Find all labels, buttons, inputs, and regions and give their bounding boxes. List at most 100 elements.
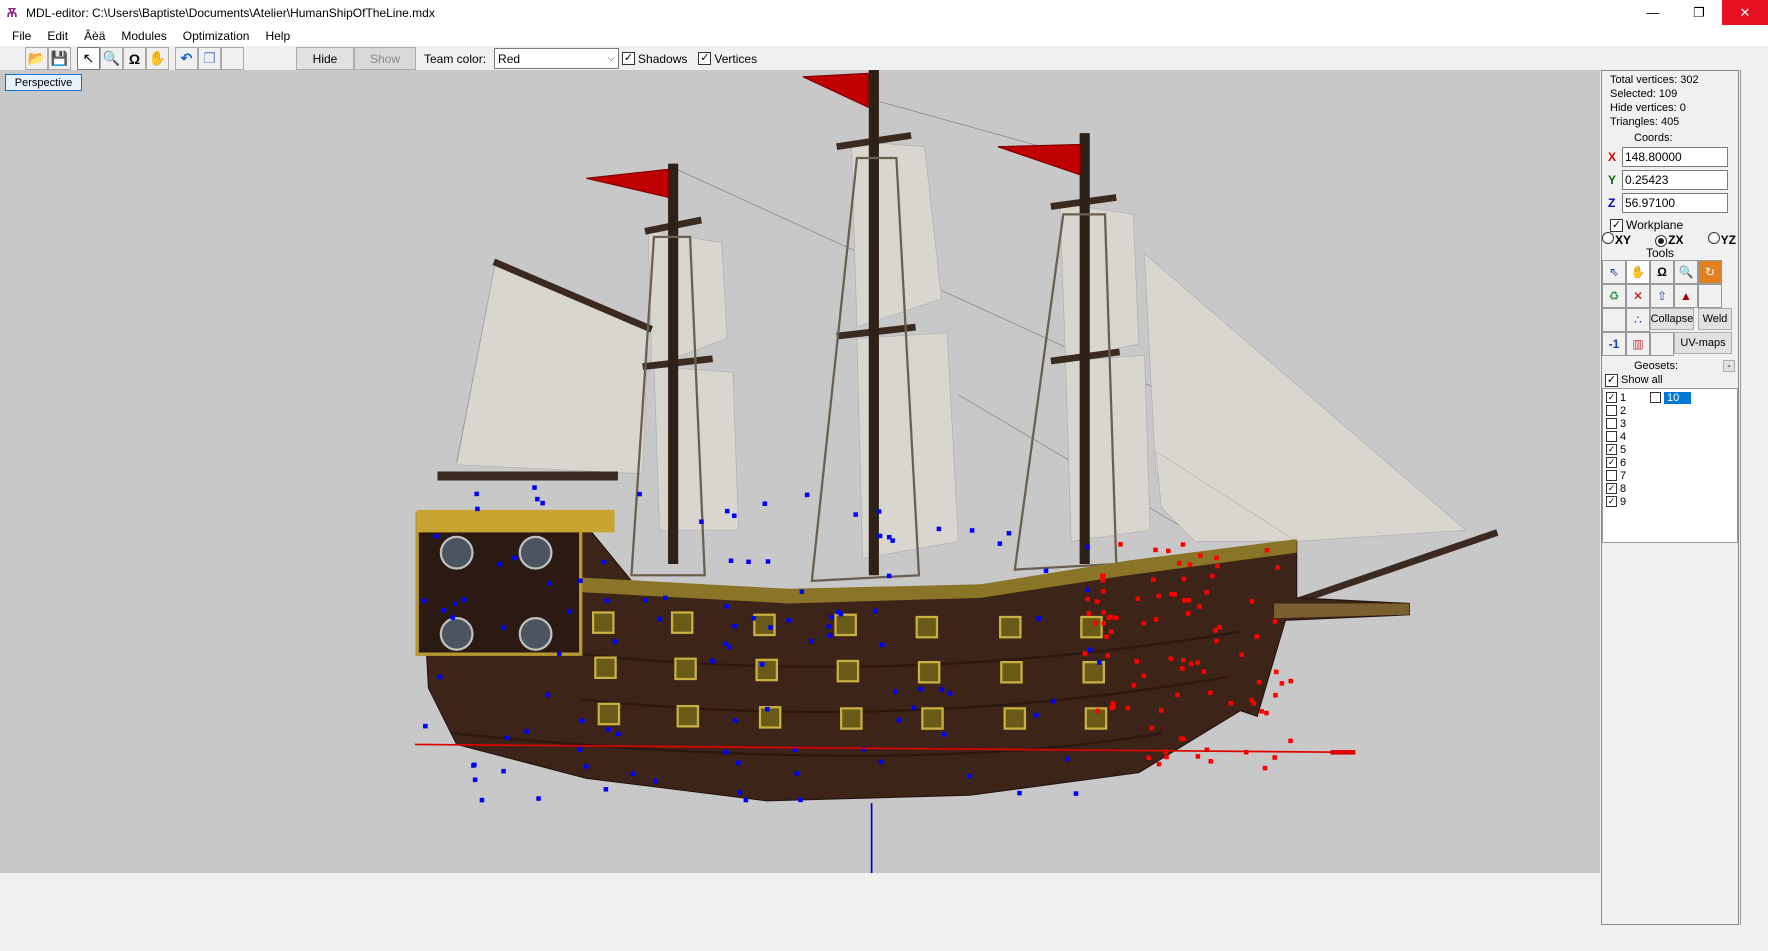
triangles-count: Triangles: 405 <box>1610 116 1680 128</box>
3d-viewport[interactable]: Perspective <box>0 70 1600 873</box>
empty-tool[interactable] <box>1602 308 1626 332</box>
geoset-checkbox[interactable] <box>1606 470 1617 481</box>
menu-edit[interactable]: Edit <box>39 29 76 43</box>
show-button[interactable]: Show <box>354 47 416 70</box>
zoom-tool-icon[interactable]: 🔍 <box>100 47 123 70</box>
geoset-checkbox[interactable]: ✓ <box>1606 444 1617 455</box>
geoset-checkbox[interactable] <box>1606 431 1617 442</box>
geoset-item[interactable]: ✓ 8 <box>1603 482 1737 495</box>
vertex <box>472 777 478 783</box>
move-hand-icon[interactable]: ✋ <box>1626 260 1650 284</box>
geoset-checkbox[interactable]: ✓ <box>1606 483 1617 494</box>
geoset-item[interactable]: ✓ 6 <box>1603 456 1737 469</box>
plane-yz-radio[interactable]: YZ <box>1707 232 1736 247</box>
geoset-item[interactable]: 3 <box>1603 417 1737 430</box>
properties-panel: Total vertices: 302 Selected: 109 Hide v… <box>1601 70 1739 925</box>
menu-file[interactable]: File <box>4 29 39 43</box>
geoset-item[interactable]: ✓ 5 <box>1603 443 1737 456</box>
geoset-item[interactable]: 7 <box>1603 469 1737 482</box>
gun-port <box>915 615 939 639</box>
open-icon[interactable]: 📂 <box>25 47 48 70</box>
empty-tool[interactable] <box>1650 332 1674 356</box>
menu-optimization[interactable]: Optimization <box>175 29 258 43</box>
show-all-checkbox[interactable]: ✓ <box>1605 373 1618 387</box>
empty-tool[interactable] <box>1698 284 1722 308</box>
plane-xy-radio[interactable]: XY <box>1602 232 1631 247</box>
geosets-collapse-button[interactable]: - <box>1723 360 1735 372</box>
vertex-dots-icon[interactable]: ∴ <box>1626 308 1650 332</box>
upload-icon[interactable]: ⇧ <box>1650 284 1674 308</box>
vertex <box>736 760 741 766</box>
vertex <box>699 519 704 524</box>
empty-tool-button[interactable] <box>221 47 244 70</box>
vertex <box>827 633 833 638</box>
x-coord-input[interactable]: 148.80000 <box>1622 146 1728 167</box>
vertices-checkbox[interactable]: ✓ <box>698 52 712 65</box>
geoset-item[interactable]: 2 <box>1603 404 1737 417</box>
selected-vertex <box>1181 657 1186 663</box>
chart-icon[interactable]: ▥ <box>1626 332 1650 356</box>
rotate-tool-icon[interactable]: Ω <box>123 47 146 70</box>
perspective-view-button[interactable]: Perspective <box>5 74 82 91</box>
selected-vertex <box>1195 660 1200 665</box>
uv-maps-button[interactable]: UV-maps <box>1674 332 1732 354</box>
vertex <box>997 541 1003 546</box>
y-coord-input[interactable]: 0.25423 <box>1622 169 1728 190</box>
vertex <box>462 597 467 602</box>
total-vertices: Total vertices: 302 <box>1610 74 1699 86</box>
z-coord-input[interactable]: 56.97100 <box>1622 192 1728 213</box>
vertex <box>876 509 882 514</box>
workplane-checkbox[interactable]: ✓ <box>1610 218 1623 232</box>
menu-help[interactable]: Help <box>257 29 298 43</box>
vertex <box>760 662 765 667</box>
split-vertices-icon[interactable]: ✕ <box>1626 284 1650 308</box>
vertex <box>603 787 609 792</box>
selected-vertex <box>1185 611 1191 616</box>
weld-button[interactable]: Weld <box>1698 308 1732 330</box>
vertex <box>501 768 506 774</box>
selected-vertex <box>1159 708 1164 713</box>
vertex <box>567 609 573 614</box>
geoset-checkbox[interactable] <box>1606 418 1617 429</box>
gun-port <box>999 615 1022 639</box>
pan-hand-icon[interactable]: ✋ <box>146 47 169 70</box>
geoset-item[interactable]: 4 <box>1603 430 1737 443</box>
menu-modules[interactable]: Modules <box>113 29 174 43</box>
geoset-item[interactable]: 10 <box>1647 391 1692 404</box>
restore-button[interactable]: ❐ <box>1676 0 1722 25</box>
selected-vertex <box>1181 576 1187 582</box>
geoset-item[interactable]: ✓ 9 <box>1603 495 1737 508</box>
undo-icon[interactable]: ↶ <box>175 47 198 70</box>
scale-icon[interactable]: 🔍 <box>1674 260 1698 284</box>
swap-icon[interactable]: ↻ <box>1698 260 1722 284</box>
panel-scrollbar[interactable] <box>1740 70 1741 925</box>
weight-icon[interactable]: ▲ <box>1674 284 1698 308</box>
collapse-button[interactable]: Collapse <box>1650 308 1694 330</box>
menu-view[interactable]: Âèä <box>76 29 113 43</box>
geoset-checkbox[interactable]: ✓ <box>1606 392 1617 403</box>
minimize-button[interactable]: — <box>1630 0 1676 25</box>
team-color-select[interactable]: Red ⌵ <box>494 48 620 69</box>
selected-vertex <box>1256 679 1262 685</box>
select-tool-icon[interactable]: ↖ <box>77 47 100 70</box>
hide-button[interactable]: Hide <box>296 47 354 70</box>
geoset-checkbox[interactable]: ✓ <box>1606 496 1617 507</box>
vertex <box>630 771 636 777</box>
geoset-checkbox[interactable] <box>1606 405 1617 416</box>
close-button[interactable]: ✕ <box>1722 0 1768 25</box>
geoset-checkbox[interactable] <box>1650 392 1661 403</box>
selected-vertex <box>1214 555 1219 561</box>
copy-icon[interactable]: ❐ <box>198 47 221 70</box>
extrude-icon[interactable]: ♻ <box>1602 284 1626 308</box>
rotate-icon[interactable]: Ω <box>1650 260 1674 284</box>
save-icon[interactable]: 💾 <box>48 47 71 70</box>
select-vertex-icon[interactable]: ⇖ <box>1602 260 1626 284</box>
vertex <box>732 623 737 629</box>
selected-vertex <box>1198 553 1203 558</box>
vertex <box>794 771 800 776</box>
plane-zx-radio[interactable]: ZX <box>1655 233 1684 247</box>
minus-one-button[interactable]: -1 <box>1602 332 1626 356</box>
shadows-checkbox[interactable]: ✓ <box>622 52 636 65</box>
geoset-checkbox[interactable]: ✓ <box>1606 457 1617 468</box>
vertex <box>798 797 803 803</box>
